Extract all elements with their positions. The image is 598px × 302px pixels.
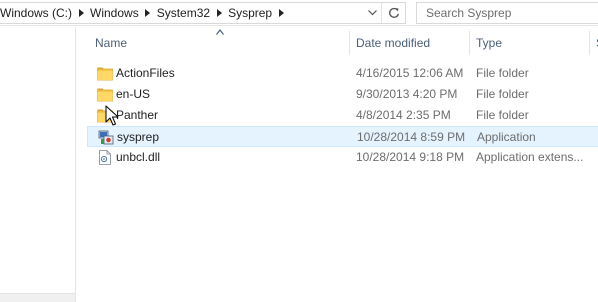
column-header-type[interactable]: Type [470, 31, 590, 55]
navigation-pane[interactable] [0, 27, 76, 302]
breadcrumb-separator-icon[interactable] [75, 3, 87, 23]
folder-icon [97, 88, 113, 102]
file-date-modified: 9/30/2013 4:20 PM [356, 87, 458, 101]
column-header-name[interactable]: Name [89, 31, 350, 55]
breadcrumb-separator-icon[interactable] [213, 3, 225, 23]
file-date-modified: 10/28/2014 8:59 PM [357, 130, 466, 144]
file-type: File folder [476, 66, 529, 80]
address-bar[interactable]: Windows (C:) Windows System32 Sysprep [0, 2, 406, 24]
breadcrumb-item-system32[interactable]: System32 [154, 3, 213, 23]
file-name: sysprep [117, 130, 160, 144]
address-history-dropdown-icon[interactable] [363, 3, 381, 23]
file-row[interactable]: sysprep 10/28/2014 8:59 PM Application [87, 126, 598, 147]
file-name: en-US [116, 87, 151, 101]
navigation-pane-scrollbar[interactable] [0, 293, 75, 302]
file-rows: ActionFiles 4/16/2015 12:06 AM File fold… [87, 63, 598, 168]
file-type: Application extens... [476, 150, 584, 164]
file-type: Application [477, 130, 536, 144]
breadcrumb-item-drive[interactable]: Windows (C:) [0, 3, 75, 23]
file-date-modified: 4/16/2015 12:06 AM [356, 66, 464, 80]
breadcrumb-separator-icon[interactable] [142, 3, 154, 23]
column-headers: Name Date modified Type S [77, 29, 598, 55]
column-header-size[interactable]: S [590, 31, 598, 55]
file-type: File folder [476, 87, 529, 101]
file-date-modified: 4/8/2014 2:35 PM [356, 108, 451, 122]
dll-file-icon [99, 150, 111, 165]
file-row[interactable]: en-US 9/30/2013 4:20 PM File folder [89, 84, 598, 105]
file-type: File folder [476, 108, 529, 122]
file-name: ActionFiles [116, 66, 175, 80]
address-toolbar: Windows (C:) Windows System32 Sysprep [0, 0, 598, 26]
breadcrumb-item-windows[interactable]: Windows [87, 3, 142, 23]
file-list: Name Date modified Type S ActionFiles 4/… [77, 27, 598, 302]
breadcrumb: Windows (C:) Windows System32 Sysprep [0, 3, 363, 23]
file-name: unbcl.dll [116, 150, 161, 164]
file-row[interactable]: unbcl.dll 10/28/2014 9:18 PM Application… [89, 147, 598, 168]
column-header-date-modified[interactable]: Date modified [350, 31, 470, 55]
file-date-modified: 10/28/2014 9:18 PM [356, 150, 465, 164]
breadcrumb-item-sysprep[interactable]: Sysprep [225, 3, 275, 23]
refresh-icon[interactable] [381, 3, 405, 23]
application-icon [98, 130, 114, 145]
breadcrumb-separator-icon[interactable] [275, 3, 287, 23]
file-name: Panther [116, 108, 159, 122]
file-row[interactable]: Panther 4/8/2014 2:35 PM File folder [89, 105, 598, 126]
folder-icon [97, 67, 113, 81]
mouse-cursor-icon [105, 105, 119, 126]
search-input[interactable] [417, 3, 598, 23]
search-box[interactable] [416, 2, 598, 24]
file-row[interactable]: ActionFiles 4/16/2015 12:06 AM File fold… [89, 63, 598, 84]
